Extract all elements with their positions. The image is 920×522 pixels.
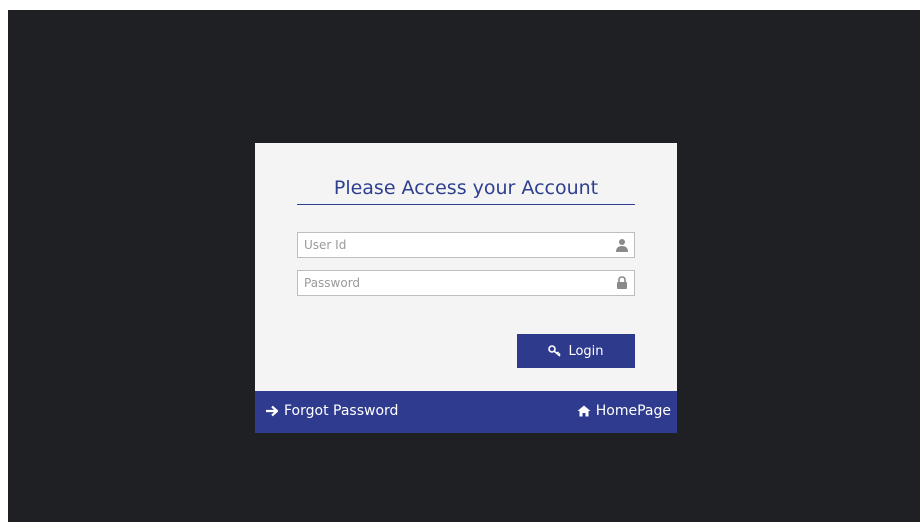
userid-field-wrapper (297, 232, 635, 258)
user-icon (616, 239, 628, 252)
forgot-password-label: Forgot Password (284, 403, 399, 419)
password-input[interactable] (298, 271, 604, 295)
forgot-password-link[interactable]: Forgot Password (265, 403, 398, 419)
arrow-right-icon (266, 405, 279, 417)
home-icon (577, 405, 591, 417)
homepage-link[interactable]: HomePage (577, 403, 671, 419)
password-field-wrapper (297, 270, 635, 296)
homepage-label: HomePage (595, 403, 671, 419)
userid-input[interactable] (298, 233, 604, 257)
screen-background: Please Access your Account Login (8, 10, 920, 522)
login-title: Please Access your Account (297, 177, 635, 205)
key-icon (548, 345, 562, 357)
login-label: Login (568, 343, 604, 359)
login-card: Please Access your Account Login (255, 143, 677, 433)
card-footer: Forgot Password HomePage (255, 391, 677, 433)
login-button[interactable]: Login (517, 334, 635, 368)
lock-icon (617, 276, 627, 289)
